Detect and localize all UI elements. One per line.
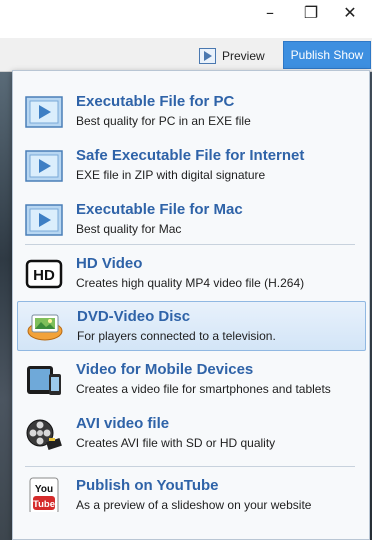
menu-item-description: As a preview of a slideshow on your webs… (76, 498, 312, 512)
maximize-icon[interactable]: ❐ (297, 0, 325, 24)
menu-item-title: Safe Executable File for Internet (76, 147, 305, 164)
menu-separator (25, 466, 355, 467)
exe-play-icon (25, 150, 63, 182)
menu-item-exe-pc[interactable]: Executable File for PC Best quality for … (17, 87, 366, 137)
svg-text:Tube: Tube (33, 499, 55, 510)
menu-item-description: Best quality for PC in an EXE file (76, 114, 251, 128)
menu-item-title: AVI video file (76, 415, 170, 432)
menu-item-mobile-devices[interactable]: Video for Mobile Devices Creates a video… (17, 355, 366, 405)
menu-item-title: Executable File for PC (76, 93, 235, 110)
youtube-icon: You Tube (29, 477, 59, 512)
background-photo-left (0, 72, 12, 540)
menu-separator (25, 244, 355, 245)
menu-item-hd-video[interactable]: HD HD Video Creates high quality MP4 vid… (17, 249, 366, 299)
publish-show-button[interactable]: Publish Show (283, 41, 371, 69)
exe-play-icon (25, 204, 63, 236)
svg-text:HD: HD (33, 267, 55, 284)
menu-item-exe-mac[interactable]: Executable File for Mac Best quality for… (17, 195, 366, 245)
film-reel-icon (26, 419, 62, 450)
menu-item-description: Creates high quality MP4 video file (H.2… (76, 276, 305, 290)
window-titlebar: – ❐ ✕ (0, 0, 372, 38)
menu-item-description: EXE file in ZIP with digital signature (76, 168, 266, 182)
menu-item-avi-video[interactable]: AVI video file Creates AVI file with SD … (17, 409, 366, 459)
menu-item-description: Best quality for Mac (76, 222, 182, 236)
minimize-icon[interactable]: – (256, 0, 284, 24)
menu-item-description: For players connected to a television. (77, 329, 276, 343)
dvd-disc-icon (27, 314, 63, 341)
svg-text:You: You (35, 484, 53, 495)
exe-play-icon (25, 96, 63, 128)
menu-item-title: Executable File for Mac (76, 201, 243, 218)
preview-label: Preview (222, 49, 265, 63)
mobile-devices-icon (27, 366, 61, 395)
menu-item-title: DVD-Video Disc (77, 308, 191, 325)
menu-item-description: Creates a video file for smartphones and… (76, 382, 331, 396)
menu-item-title: Video for Mobile Devices (76, 361, 254, 378)
close-icon[interactable]: ✕ (336, 0, 364, 24)
toolbar: Preview Publish Show (0, 38, 372, 72)
menu-item-title: Publish on YouTube (76, 477, 219, 494)
hd-icon: HD (25, 259, 63, 289)
publish-menu: Executable File for PC Best quality for … (12, 70, 370, 540)
preview-play-icon (199, 48, 216, 64)
menu-item-dvd-video[interactable]: DVD-Video Disc For players connected to … (17, 301, 366, 351)
menu-item-safe-exe-internet[interactable]: Safe Executable File for Internet EXE fi… (17, 141, 366, 191)
preview-button[interactable]: Preview (199, 46, 265, 66)
menu-item-youtube[interactable]: You Tube Publish on YouTube As a preview… (17, 471, 366, 521)
menu-item-title: HD Video (76, 255, 143, 272)
menu-item-description: Creates AVI file with SD or HD quality (76, 436, 276, 450)
